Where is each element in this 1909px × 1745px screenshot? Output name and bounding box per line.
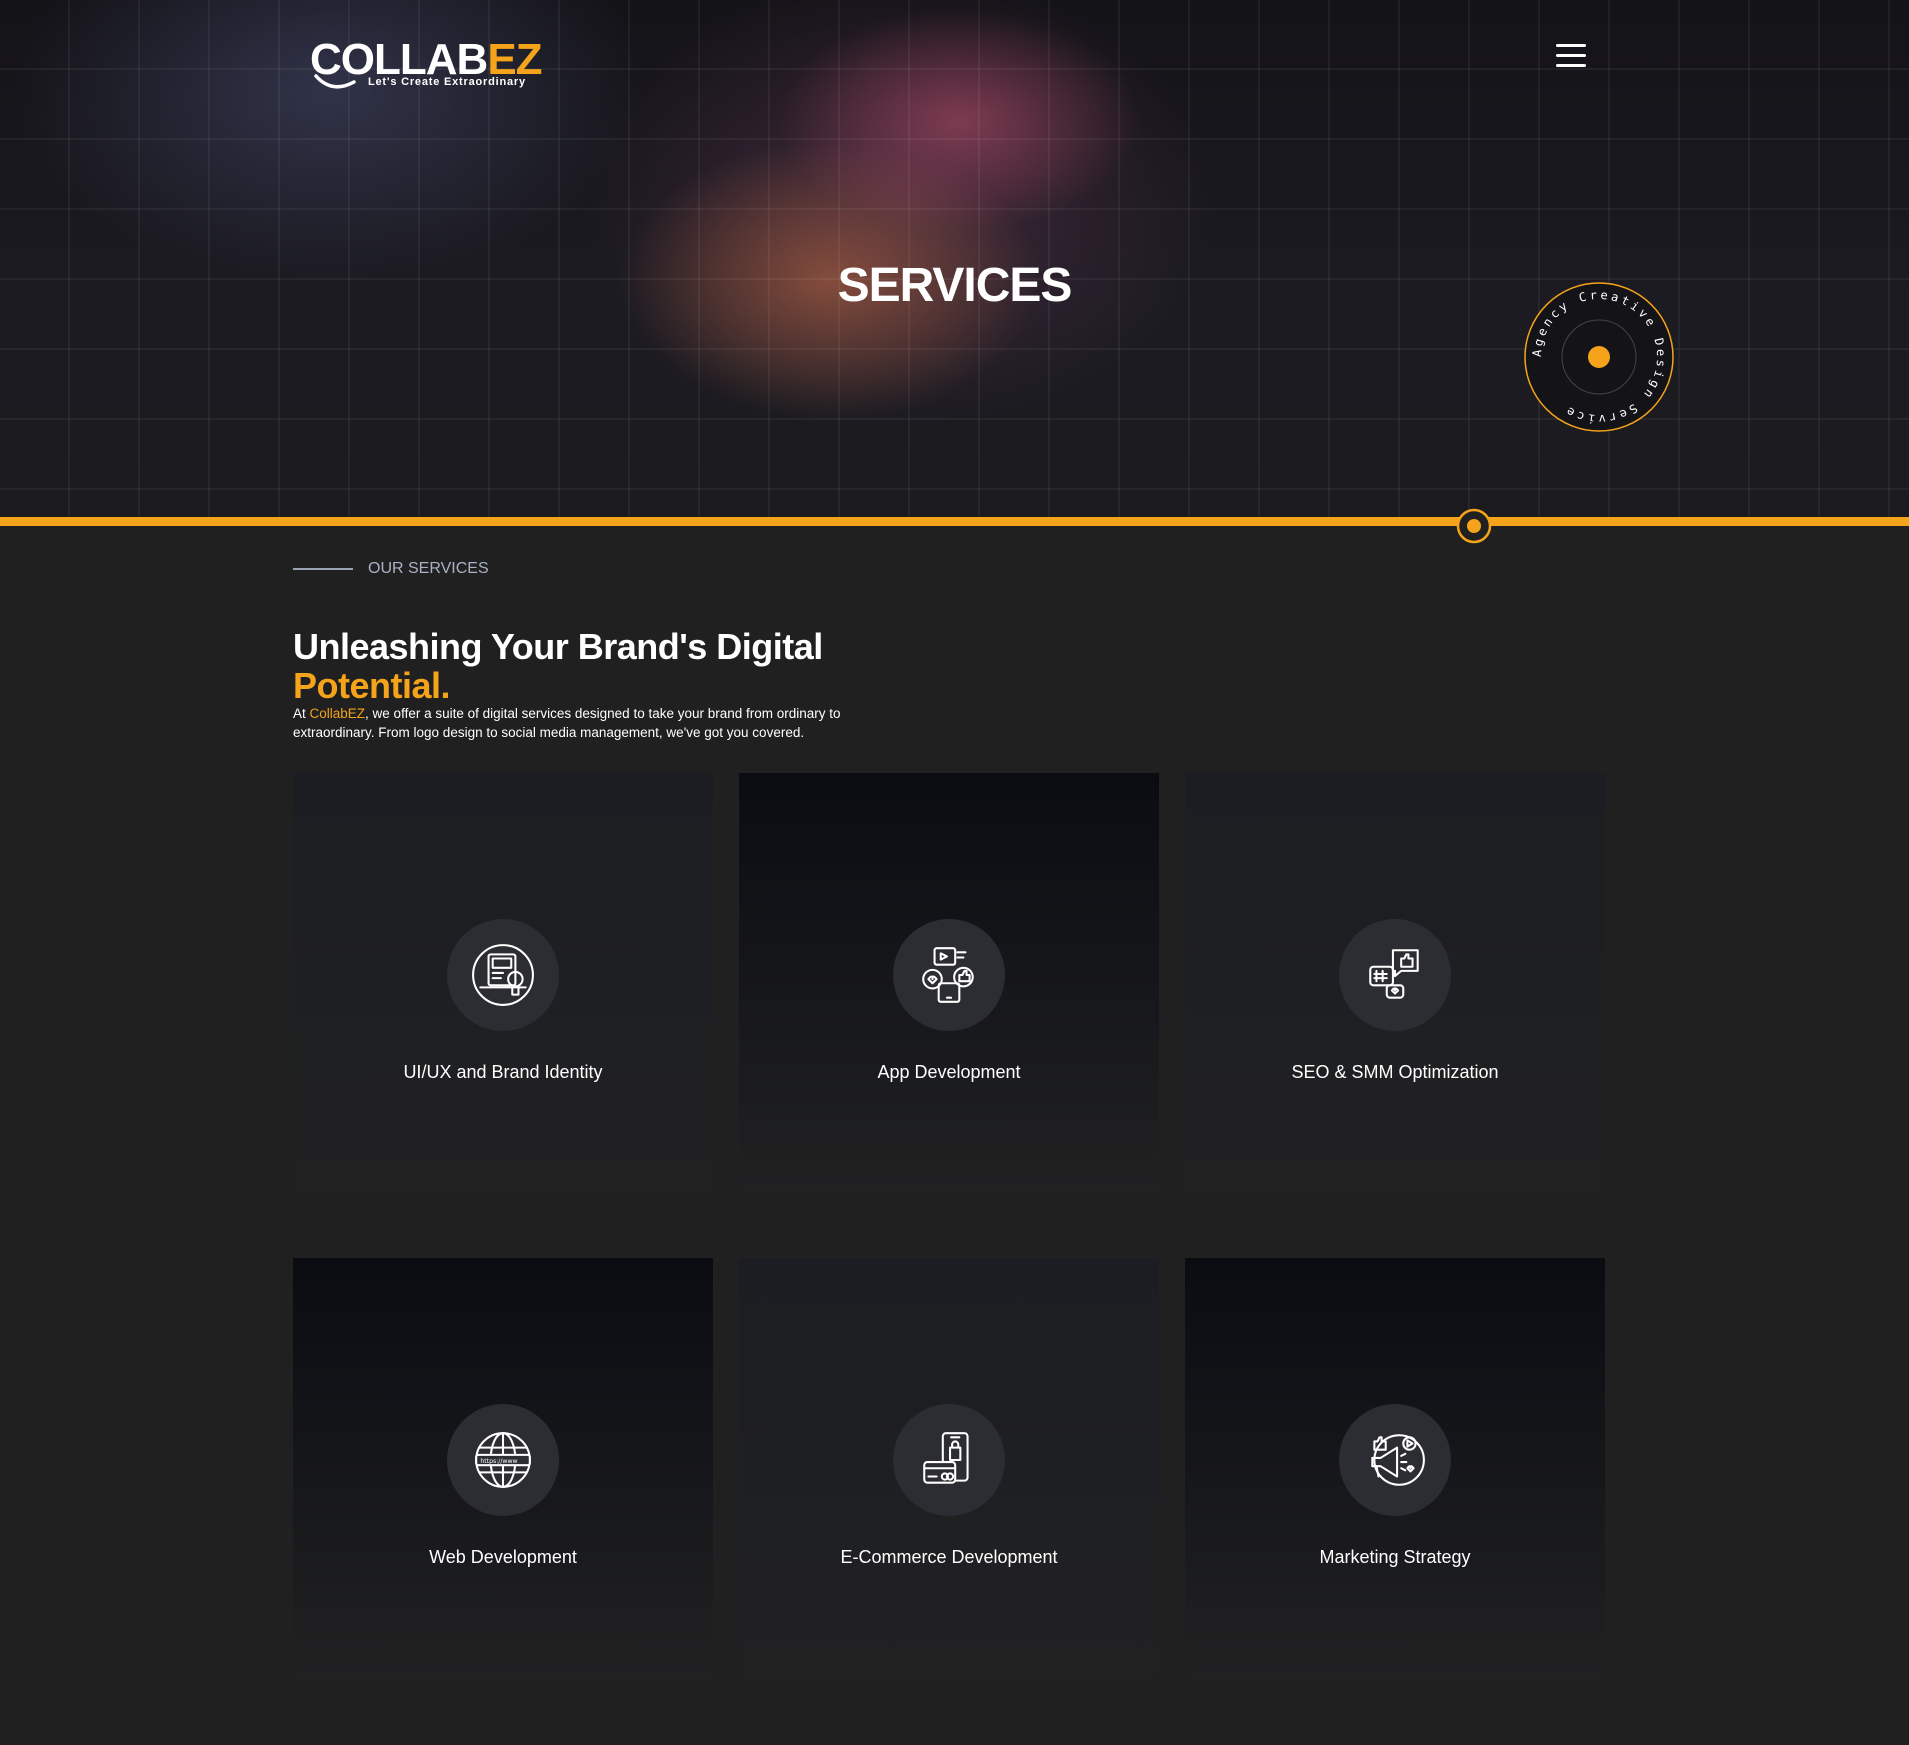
web-globe-icon: https://www xyxy=(475,1432,531,1488)
service-card-ecommerce[interactable]: E-Commerce Development xyxy=(739,1258,1159,1678)
headline-main: Unleashing Your Brand's Digital xyxy=(293,625,823,667)
service-card-app-development[interactable]: App Development xyxy=(739,773,1159,1193)
eyebrow-line xyxy=(293,568,353,570)
section-eyebrow: OUR SERVICES xyxy=(293,559,489,579)
section-divider-line xyxy=(0,517,1909,526)
service-label: Marketing Strategy xyxy=(1319,1547,1471,1567)
svg-text:https://www: https://www xyxy=(480,1458,517,1465)
marketing-megaphone-icon xyxy=(1371,1434,1425,1486)
service-card-marketing[interactable]: Marketing Strategy xyxy=(1185,1258,1605,1678)
service-label: SEO & SMM Optimization xyxy=(1291,1062,1499,1082)
eyebrow-label: OUR SERVICES xyxy=(368,560,489,577)
app-development-icon xyxy=(922,947,974,1003)
hero-banner: COLLABEZ Let's Create Extraordinary SERV… xyxy=(0,0,1909,518)
agency-rotating-badge: Agency Creative Design Service xyxy=(1504,262,1694,452)
brand-link[interactable]: CollabEZ xyxy=(310,706,366,721)
headline-accent: Potential. xyxy=(293,664,451,706)
intro-paragraph: At CollabEZ, we offer a suite of digital… xyxy=(293,705,841,740)
sunburst-badge-icon: Agency Creative Design Service xyxy=(1504,262,1694,452)
divider-dot-icon xyxy=(1456,508,1492,544)
brand-identity-icon xyxy=(472,944,534,1006)
service-card-uiux[interactable]: UI/UX and Brand Identity xyxy=(293,773,713,1193)
service-label: UI/UX and Brand Identity xyxy=(403,1062,603,1082)
hamburger-menu-icon[interactable] xyxy=(1556,44,1586,70)
section-headline: Unleashing Your Brand's Digital Potentia… xyxy=(293,627,993,705)
logo[interactable]: COLLABEZ Let's Create Extraordinary xyxy=(310,36,543,96)
service-label: Web Development xyxy=(429,1547,577,1567)
service-label: App Development xyxy=(877,1062,1021,1082)
services-grid: UI/UX and Brand Identity App Development xyxy=(293,773,1606,1678)
seo-smm-icon xyxy=(1369,949,1419,999)
service-label: E-Commerce Development xyxy=(840,1547,1058,1567)
logo-tagline: Let's Create Extraordinary xyxy=(368,76,526,88)
ecommerce-icon xyxy=(923,1432,969,1484)
service-card-seo-smm[interactable]: SEO & SMM Optimization xyxy=(1185,773,1605,1193)
service-card-web-development[interactable]: https://www Web Development xyxy=(293,1258,713,1678)
logo-smile-mark xyxy=(314,74,356,89)
